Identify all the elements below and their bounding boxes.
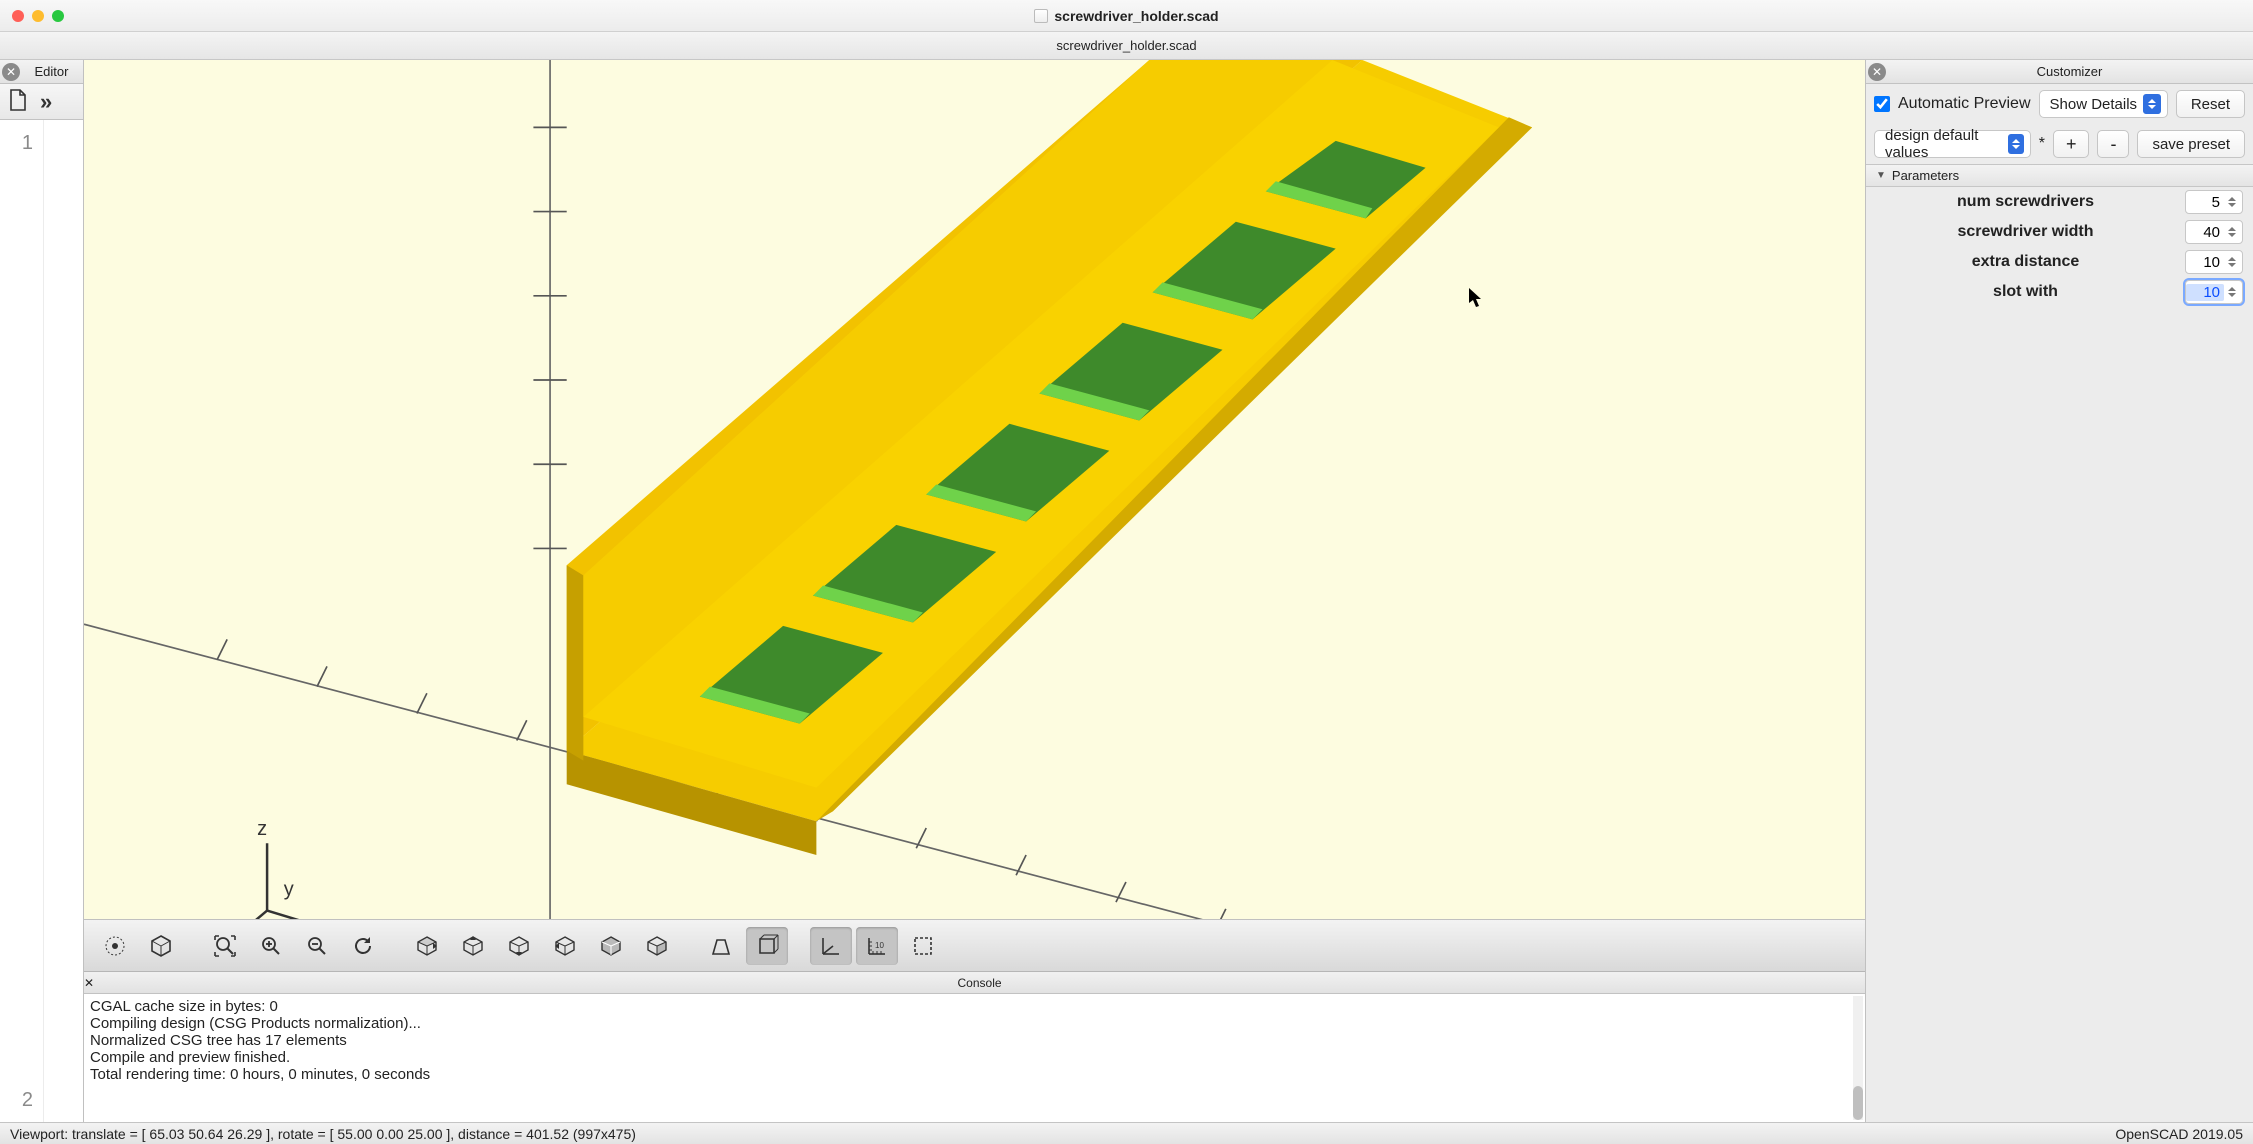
view-left-icon[interactable] (544, 927, 586, 965)
render-icon[interactable] (140, 927, 182, 965)
view-bottom-icon[interactable] (498, 927, 540, 965)
param-label: extra distance (1876, 253, 2175, 271)
zoom-out-icon[interactable] (296, 927, 338, 965)
spinner-arrows-icon[interactable] (2224, 192, 2240, 212)
3d-viewport[interactable]: z x y (84, 60, 1865, 920)
window-title-text: screwdriver_holder.scad (1054, 8, 1218, 24)
line-number: 2 (22, 1089, 33, 1112)
save-preset-button[interactable]: save preset (2137, 130, 2245, 158)
line-number: 1 (0, 132, 33, 155)
view-top-icon[interactable] (452, 927, 494, 965)
axis-y-label: y (284, 878, 294, 900)
customizer-header: ✕ Customizer (1866, 60, 2253, 84)
param-label: screwdriver width (1876, 223, 2175, 241)
editor-header: ✕ Editor (0, 60, 83, 84)
auto-preview-label: Automatic Preview (1898, 95, 2031, 113)
minimize-icon[interactable] (32, 10, 44, 22)
modified-indicator: * (2039, 135, 2045, 153)
spinner-arrows-icon[interactable] (2224, 282, 2240, 302)
console-line: CGAL cache size in bytes: 0 (90, 998, 1859, 1015)
console-line: Normalized CSG tree has 17 elements (90, 1032, 1859, 1049)
console-output[interactable]: CGAL cache size in bytes: 0 Compiling de… (84, 994, 1865, 1122)
close-panel-icon[interactable]: ✕ (1868, 63, 1886, 81)
status-bar: Viewport: translate = [ 65.03 50.64 26.2… (0, 1122, 2253, 1144)
show-axes-icon[interactable] (810, 927, 852, 965)
preview-icon[interactable] (94, 927, 136, 965)
code-area[interactable] (44, 120, 83, 1122)
param-spinner[interactable] (2185, 220, 2243, 244)
axis-z-label: z (257, 818, 267, 840)
param-label: num screwdrivers (1876, 193, 2175, 211)
param-spinner[interactable] (2185, 280, 2243, 304)
status-version: OpenSCAD 2019.05 (2115, 1126, 2243, 1142)
console-header: ✕ Console (84, 972, 1865, 994)
console-line: Compile and preview finished. (90, 1049, 1859, 1066)
param-input[interactable] (2186, 224, 2224, 241)
tab-active[interactable]: screwdriver_holder.scad (1056, 38, 1196, 53)
param-row: extra distance (1866, 247, 2253, 277)
add-preset-button[interactable]: + (2053, 130, 2090, 158)
svg-text:10: 10 (875, 941, 884, 950)
axis-x-label: x (320, 915, 330, 919)
param-label: slot with (1876, 283, 2175, 301)
line-gutter: 1 2 (0, 120, 44, 1122)
preset-dropdown[interactable]: design default values (1874, 130, 2031, 158)
view-right-icon[interactable] (406, 927, 448, 965)
spinner-arrows-icon[interactable] (2224, 252, 2240, 272)
expand-icon[interactable]: » (40, 89, 52, 115)
window-titlebar: screwdriver_holder.scad (0, 0, 2253, 32)
param-row: slot with (1866, 277, 2253, 307)
auto-preview-checkbox[interactable] (1874, 96, 1890, 112)
scrollbar[interactable] (1853, 996, 1863, 1120)
spinner-arrows-icon[interactable] (2224, 222, 2240, 242)
param-input[interactable] (2186, 254, 2224, 271)
parameters-label: Parameters (1892, 168, 1959, 183)
customizer-title: Customizer (1886, 64, 2253, 79)
zoom-in-icon[interactable] (250, 927, 292, 965)
param-row: num screwdrivers (1866, 187, 2253, 217)
orthographic-icon[interactable] (746, 927, 788, 965)
disclosure-triangle-icon: ▼ (1876, 170, 1886, 181)
editor-title: Editor (20, 64, 83, 79)
param-input[interactable] (2186, 194, 2224, 211)
details-dropdown-value: Show Details (2050, 96, 2138, 113)
view-front-icon[interactable] (590, 927, 632, 965)
show-crosshair-icon[interactable] (902, 927, 944, 965)
preset-dropdown-value: design default values (1885, 127, 2008, 161)
view-all-icon[interactable] (204, 927, 246, 965)
dropdown-arrows-icon (2008, 134, 2024, 154)
parameters-group-header[interactable]: ▼ Parameters (1866, 164, 2253, 187)
details-dropdown[interactable]: Show Details (2039, 90, 2168, 118)
perspective-icon[interactable] (700, 927, 742, 965)
tab-bar: screwdriver_holder.scad (0, 32, 2253, 60)
status-viewport-info: Viewport: translate = [ 65.03 50.64 26.2… (10, 1126, 636, 1142)
window-controls (12, 10, 64, 22)
window-title: screwdriver_holder.scad (0, 8, 2253, 24)
show-scale-icon[interactable]: 10 (856, 927, 898, 965)
param-spinner[interactable] (2185, 190, 2243, 214)
param-spinner[interactable] (2185, 250, 2243, 274)
new-file-icon[interactable] (8, 89, 28, 114)
document-icon (1034, 9, 1048, 23)
editor-toolbar: » (0, 84, 83, 120)
console-line: Total rendering time: 0 hours, 0 minutes… (90, 1066, 1859, 1083)
remove-preset-button[interactable]: - (2097, 130, 2129, 158)
close-panel-icon[interactable]: ✕ (84, 976, 94, 990)
dropdown-arrows-icon (2143, 94, 2161, 114)
close-icon[interactable] (12, 10, 24, 22)
reset-button[interactable]: Reset (2176, 90, 2245, 118)
customizer-panel: ✕ Customizer Automatic Preview Show Deta… (1865, 60, 2253, 1122)
param-row: screwdriver width (1866, 217, 2253, 247)
view-back-icon[interactable] (636, 927, 678, 965)
editor-panel: ✕ Editor » 1 2 (0, 60, 84, 1122)
reset-view-icon[interactable] (342, 927, 384, 965)
close-panel-icon[interactable]: ✕ (2, 63, 20, 81)
zoom-icon[interactable] (52, 10, 64, 22)
console-line: Compiling design (CSG Products normaliza… (90, 1015, 1859, 1032)
viewport-toolbar: 10 (84, 920, 1865, 972)
param-input[interactable] (2186, 284, 2224, 301)
console-title: Console (94, 976, 1865, 990)
